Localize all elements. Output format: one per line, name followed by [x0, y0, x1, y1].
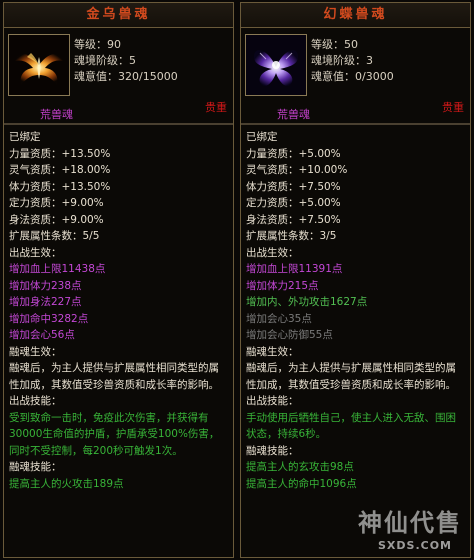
fuse-skill-description: 提高主人的火攻击189点: [9, 477, 124, 490]
battle-skill-header: 出战技能：: [9, 395, 62, 407]
realm-text: 魂境阶级：5: [74, 54, 136, 67]
ext-attr-count: 扩展属性条数：3/5: [246, 230, 337, 242]
level-text: 等级：50: [311, 38, 358, 51]
bonus-line: 增加会心56点: [9, 329, 75, 341]
soul-type: 荒兽魂: [40, 108, 73, 121]
rarity-badge: 贵重: [205, 101, 227, 114]
fuse-skill-description: 提高主人的玄攻击98点: [246, 461, 354, 473]
soul-type: 荒兽魂: [277, 108, 310, 121]
attr-spirit: 灵气资质：+10.00%: [246, 164, 348, 176]
bonus-line: 增加血上限11391点: [246, 263, 343, 275]
fuse-skill-header: 融魂技能：: [246, 444, 299, 457]
bonus-line: 增加血上限11438点: [9, 263, 106, 275]
attribute-list: 已绑定 力量资质：+13.50% 灵气资质：+18.00% 体力资质：+13.5…: [4, 124, 233, 557]
battle-skill-description: 受到致命一击时，免疫此次伤害，并获得有30000生命值的护盾，护盾承受100%伤…: [9, 411, 220, 457]
item-title: 金乌兽魂: [4, 3, 233, 28]
battle-effect-header: 出战生效：: [9, 246, 62, 259]
bonus-line: 增加命中3282点: [9, 312, 89, 325]
attr-spirit: 灵气资质：+18.00%: [9, 164, 111, 176]
fuse-skill-description: 提高主人的命中1096点: [246, 477, 357, 490]
bonus-line: 增加会心防御55点: [246, 329, 333, 341]
ext-attr-count: 扩展属性条数：5/5: [9, 230, 100, 242]
attr-strength: 力量资质：+13.50%: [9, 147, 111, 160]
item-tooltip-right: 幻蝶兽魂 等级：50 魂境阶级：3 魂意值：0/3000 荒兽魂 贵重 已绑定 …: [240, 2, 471, 558]
bonus-line: 增加会心35点: [246, 312, 312, 325]
soul-power-text: 魂意值：0/3000: [311, 70, 394, 83]
item-tooltip-left: 金乌兽魂 等级：90 魂境阶级：5 魂意值：320/15000 荒兽魂 贵重 已…: [3, 2, 234, 558]
bonus-line: 增加身法227点: [9, 296, 82, 308]
battle-skill-description: 手动使用后牺牲自己，使主人进入无敌、围困状态，持续6秒。: [246, 411, 456, 441]
fuse-description: 融魂后，为主人提供与扩展属性相同类型的属性加成，其数值受珍兽资质和成长率的影响。: [9, 362, 219, 391]
bonus-line: 增加内、外功攻击1627点: [246, 296, 368, 308]
attr-agility: 身法资质：+7.50%: [246, 213, 341, 226]
bonus-line: 增加体力238点: [9, 279, 82, 292]
fuse-effect-header: 融魂生效：: [9, 345, 62, 358]
item-title: 幻蝶兽魂: [241, 3, 470, 28]
phantom-butterfly-soul-icon[interactable]: [245, 34, 307, 96]
attr-stamina: 体力资质：+7.50%: [246, 180, 341, 193]
fuse-skill-header: 融魂技能：: [9, 461, 62, 473]
item-header: 等级：90 魂境阶级：5 魂意值：320/15000 荒兽魂: [4, 28, 233, 124]
realm-text: 魂境阶级：3: [311, 54, 373, 67]
attr-focus: 定力资质：+5.00%: [246, 197, 341, 209]
bound-status: 已绑定: [9, 131, 41, 143]
rarity-badge: 贵重: [442, 101, 464, 114]
attribute-list: 已绑定 力量资质：+5.00% 灵气资质：+10.00% 体力资质：+7.50%…: [241, 124, 470, 557]
golden-crow-soul-icon[interactable]: [8, 34, 70, 96]
item-header: 等级：50 魂境阶级：3 魂意值：0/3000 荒兽魂: [241, 28, 470, 124]
fuse-description: 融魂后，为主人提供与扩展属性相同类型的属性加成，其数值受珍兽资质和成长率的影响。: [246, 362, 456, 391]
attr-strength: 力量资质：+5.00%: [246, 147, 341, 160]
level-text: 等级：90: [74, 38, 121, 51]
bonus-line: 增加体力215点: [246, 279, 319, 292]
fuse-effect-header: 融魂生效：: [246, 345, 299, 358]
attr-focus: 定力资质：+9.00%: [9, 197, 104, 209]
bound-status: 已绑定: [246, 131, 278, 143]
battle-effect-header: 出战生效：: [246, 246, 299, 259]
attr-stamina: 体力资质：+13.50%: [9, 180, 111, 193]
soul-power-text: 魂意值：320/15000: [74, 70, 178, 83]
battle-skill-header: 出战技能：: [246, 395, 299, 407]
attr-agility: 身法资质：+9.00%: [9, 213, 104, 226]
